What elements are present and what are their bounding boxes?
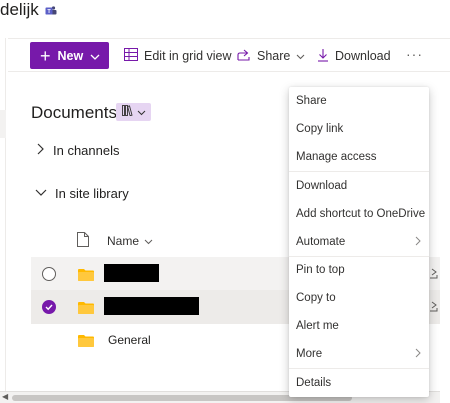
edit-in-grid-view-label: Edit in grid view xyxy=(144,49,232,63)
library-icon xyxy=(121,103,134,121)
menu-item-label: Copy to xyxy=(296,292,336,304)
chevron-down-icon xyxy=(35,186,47,201)
redacted-file-name[interactable] xyxy=(104,264,159,282)
more-actions-button[interactable]: ··· xyxy=(406,46,423,62)
row-select-checkbox-checked[interactable] xyxy=(42,300,56,314)
share-icon[interactable] xyxy=(430,299,438,317)
menu-item-pin-to-top[interactable]: Pin to top xyxy=(289,256,429,284)
edit-in-grid-view-button[interactable]: Edit in grid view xyxy=(124,46,232,66)
menu-item-label: Download xyxy=(296,180,348,192)
new-button[interactable]: + New xyxy=(30,42,109,69)
menu-item-manage-access[interactable]: Manage access xyxy=(289,143,429,171)
share-button[interactable]: Share xyxy=(237,46,305,66)
view-switcher-button[interactable] xyxy=(116,103,151,121)
teams-icon[interactable]: T xyxy=(45,4,57,16)
left-rail-selected-marker xyxy=(0,110,6,138)
menu-item-label: Pin to top xyxy=(296,264,345,276)
share-label: Share xyxy=(257,49,291,63)
menu-item-label: Manage access xyxy=(296,151,377,163)
left-navigation-rail xyxy=(0,38,6,393)
download-icon xyxy=(317,48,329,65)
group-label: In site library xyxy=(55,186,129,201)
menu-item-download[interactable]: Download xyxy=(289,172,429,200)
menu-item-automate[interactable]: Automate xyxy=(289,228,429,256)
menu-item-label: Details xyxy=(296,377,332,389)
redacted-file-name[interactable] xyxy=(104,297,199,315)
chevron-right-icon xyxy=(415,236,421,249)
scroll-left-arrow-icon[interactable]: ◀ xyxy=(2,392,8,401)
site-title: delijk xyxy=(0,0,39,19)
group-label: In channels xyxy=(53,143,120,158)
download-label: Download xyxy=(335,49,391,63)
share-icon[interactable] xyxy=(430,266,438,284)
command-bar: + New Edit in grid view Share Download ·… xyxy=(8,38,450,72)
menu-item-label: Automate xyxy=(296,236,346,248)
new-button-label: New xyxy=(57,48,84,63)
folder-icon xyxy=(78,268,94,286)
context-menu: Share Copy link Manage access Download A… xyxy=(289,87,429,397)
chevron-right-icon xyxy=(35,143,45,158)
chevron-down-icon xyxy=(296,49,305,63)
menu-item-copy-to[interactable]: Copy to xyxy=(289,284,429,312)
group-in-channels[interactable]: In channels xyxy=(35,143,120,158)
row-select-checkbox[interactable] xyxy=(42,267,56,281)
menu-item-label: Add shortcut to OneDrive xyxy=(296,208,426,220)
menu-item-label: Alert me xyxy=(296,320,339,332)
file-type-icon xyxy=(77,232,89,250)
name-column-label: Name xyxy=(107,234,140,248)
grid-icon xyxy=(124,48,138,64)
menu-item-label: Share xyxy=(296,95,327,107)
download-button[interactable]: Download xyxy=(317,46,391,66)
site-header: delijk T xyxy=(0,0,57,20)
menu-item-share[interactable]: Share xyxy=(289,87,429,115)
menu-item-more[interactable]: More xyxy=(289,340,429,368)
chevron-down-icon xyxy=(90,49,100,63)
file-name-general[interactable]: General xyxy=(108,333,151,347)
menu-item-copy-link[interactable]: Copy link xyxy=(289,115,429,143)
group-in-site-library[interactable]: In site library xyxy=(35,186,129,201)
chevron-down-icon xyxy=(137,103,146,121)
menu-item-label: Copy link xyxy=(296,123,344,135)
menu-item-label: More xyxy=(296,348,323,360)
chevron-down-icon xyxy=(144,234,153,248)
name-column-header[interactable]: Name xyxy=(107,234,153,248)
folder-icon xyxy=(78,334,94,352)
folder-icon xyxy=(78,301,94,319)
share-icon xyxy=(237,49,251,64)
plus-icon: + xyxy=(40,45,51,66)
menu-item-alert-me[interactable]: Alert me xyxy=(289,312,429,340)
menu-item-add-shortcut-to-onedrive[interactable]: Add shortcut to OneDrive xyxy=(289,200,429,228)
menu-item-details[interactable]: Details xyxy=(289,369,429,397)
chevron-right-icon xyxy=(415,348,421,361)
library-title: Documents xyxy=(31,103,117,122)
